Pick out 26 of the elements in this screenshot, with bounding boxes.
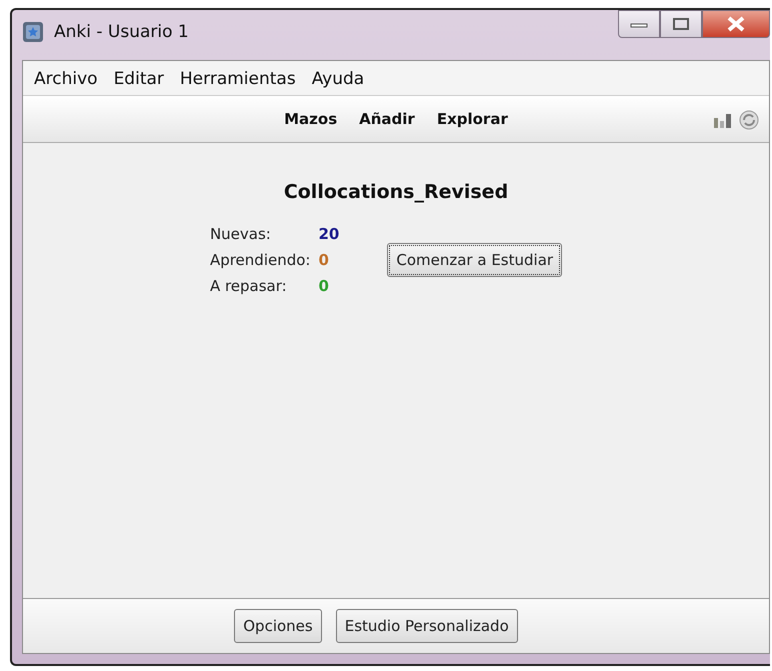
menu-item[interactable]: Herramientas (172, 69, 303, 89)
menu-item[interactable]: Archivo (27, 69, 105, 89)
stats-icon[interactable] (713, 112, 733, 128)
close-button[interactable] (702, 10, 770, 38)
sync-icon[interactable] (739, 110, 759, 130)
minimize-button[interactable] (618, 10, 660, 38)
count-label: Aprendiendo: (210, 251, 310, 269)
deck-title: Collocations_Revised (284, 181, 508, 203)
count-value: 0 (318, 251, 330, 269)
bottom-button[interactable]: Opciones (234, 609, 322, 643)
count-value: 0 (318, 277, 330, 295)
maximize-icon (672, 17, 690, 31)
menu-item[interactable]: Editar (106, 69, 171, 89)
bottom-button[interactable]: Estudio Personalizado (336, 609, 518, 643)
window-title: Anki - Usuario 1 (54, 22, 190, 42)
menu-item[interactable]: Ayuda (304, 69, 372, 89)
app-icon (22, 21, 44, 43)
count-value: 20 (318, 225, 340, 243)
toolbar-link[interactable]: Explorar (436, 110, 508, 128)
toolbar-link[interactable]: Añadir (359, 110, 415, 128)
maximize-button[interactable] (660, 10, 702, 38)
study-button[interactable]: Comenzar a Estudiar (387, 243, 562, 277)
close-icon (726, 16, 746, 32)
count-label: A repasar: (210, 277, 288, 295)
toolbar-link[interactable]: Mazos (284, 110, 338, 128)
count-label: Nuevas: (210, 225, 272, 243)
